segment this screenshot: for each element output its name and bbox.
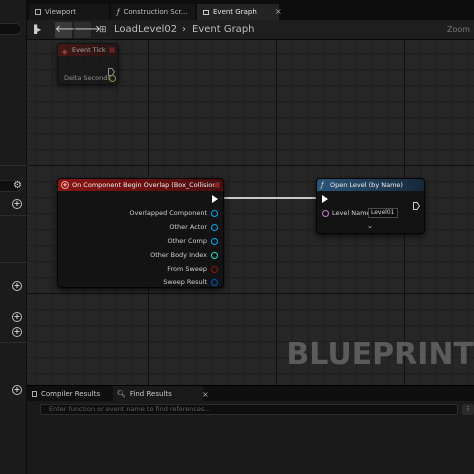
graph-toolbar: ▐▸ 🡐 🡒 ⊞ LoadLevel02 › Event Graph Zoom bbox=[27, 20, 474, 40]
tab-viewport[interactable]: Viewport bbox=[29, 4, 109, 20]
delegate-pin-icon[interactable] bbox=[109, 47, 115, 53]
document-tab-bar: Viewport ƒ Construction Scr... Event Grap… bbox=[27, 0, 474, 20]
find-results-label: Find Results bbox=[129, 390, 172, 398]
close-tab-icon[interactable]: × bbox=[202, 390, 209, 399]
find-references-input[interactable]: Enter function or event name to find ref… bbox=[40, 404, 458, 415]
tab-compiler-results[interactable]: Compiler Results bbox=[32, 386, 112, 402]
left-panel-divider-3 bbox=[0, 262, 27, 263]
add-graph-plus-icon[interactable]: + bbox=[12, 327, 22, 337]
left-panel-divider bbox=[0, 165, 27, 166]
event-icon: ◆ bbox=[62, 48, 68, 56]
function-icon: ƒ bbox=[321, 181, 324, 189]
open-level-title: Open Level (by Name) bbox=[330, 181, 403, 189]
sweep-result-label: Sweep Result bbox=[163, 278, 207, 286]
add-macro-plus-icon[interactable]: + bbox=[12, 312, 22, 322]
overlapped-component-pin[interactable] bbox=[211, 210, 218, 217]
level-name-label: Level Name bbox=[332, 209, 371, 217]
bottom-tab-bar: Compiler Results 🔍︎ Find Results × bbox=[27, 385, 474, 402]
exec-out-pin[interactable] bbox=[413, 195, 421, 210]
sweep-result-pin[interactable] bbox=[211, 279, 218, 286]
delta-seconds-label: Delta Seconds bbox=[64, 74, 111, 82]
breadcrumb-separator: › bbox=[182, 24, 186, 35]
event-tick-node[interactable]: ◆ Event Tick Delta Seconds bbox=[57, 43, 119, 85]
overlapped-component-label: Overlapped Component bbox=[129, 209, 207, 217]
back-arrow-icon[interactable]: 🡐 bbox=[55, 22, 82, 38]
left-panel-divider-4 bbox=[0, 342, 27, 343]
left-panel-divider-2 bbox=[0, 215, 27, 216]
other-comp-label: Other Comp bbox=[167, 237, 208, 245]
other-body-index-pin[interactable] bbox=[211, 252, 218, 259]
event-graph-icon bbox=[203, 9, 209, 15]
tab-find-results[interactable]: 🔍︎ Find Results bbox=[113, 386, 203, 402]
compiler-results-label: Compiler Results bbox=[41, 390, 101, 398]
binoculars-icon: 🔍︎ bbox=[117, 390, 126, 398]
delegate-pin-icon[interactable] bbox=[214, 182, 220, 188]
breadcrumb-current: Event Graph bbox=[192, 24, 255, 35]
level-name-input[interactable]: Level01 bbox=[368, 208, 398, 218]
add-function-plus-icon[interactable]: + bbox=[12, 281, 22, 291]
overlap-node-title: On Component Begin Overlap (Box_Collisio… bbox=[72, 181, 219, 189]
other-actor-label: Other Actor bbox=[169, 223, 207, 231]
tab-construction-label: Construction Scr... bbox=[123, 8, 188, 16]
left-side-panel: ⚙ + + + + + bbox=[0, 0, 27, 474]
from-sweep-pin[interactable] bbox=[211, 266, 218, 273]
settings-gear-icon[interactable]: ⚙ bbox=[13, 180, 23, 191]
level-name-pin[interactable] bbox=[322, 210, 329, 217]
add-dispatcher-plus-icon[interactable]: + bbox=[12, 385, 22, 395]
tab-viewport-label: Viewport bbox=[45, 8, 76, 16]
tab-construction-script[interactable]: ƒ Construction Scr... bbox=[111, 4, 195, 20]
open-level-header: ƒ Open Level (by Name) bbox=[317, 179, 424, 191]
breadcrumb-root[interactable]: LoadLevel02 bbox=[114, 22, 177, 38]
delta-seconds-pin[interactable] bbox=[109, 75, 116, 82]
other-body-index-label: Other Body Index bbox=[150, 251, 207, 259]
event-tick-header: ◆ Event Tick bbox=[58, 44, 118, 56]
left-panel-search-field[interactable] bbox=[0, 23, 22, 35]
other-actor-pin[interactable] bbox=[211, 224, 218, 231]
function-menu-icon[interactable]: ▐▸ bbox=[31, 24, 41, 36]
find-options-icon[interactable]: ⁝ bbox=[462, 404, 474, 415]
event-graph-canvas[interactable]: BLUEPRINT ◆ Event Tick Delta Seconds ◆ O… bbox=[27, 40, 474, 385]
event-tick-title: Event Tick bbox=[72, 46, 106, 54]
tab-event-graph-label: Event Graph bbox=[213, 8, 257, 16]
function-icon: ƒ bbox=[117, 8, 120, 16]
overlap-node-header: ◆ On Component Begin Overlap (Box_Collis… bbox=[58, 179, 223, 191]
tab-event-graph[interactable]: Event Graph bbox=[197, 4, 279, 20]
event-icon: ◆ bbox=[61, 181, 69, 189]
exec-out-pin[interactable] bbox=[212, 195, 218, 203]
compiler-results-icon bbox=[32, 391, 37, 397]
other-comp-pin[interactable] bbox=[211, 238, 218, 245]
unreal-blueprint-editor: ⚙ + + + + + Viewport ƒ Construction Scr..… bbox=[0, 0, 474, 474]
graph-icon: ⊞ bbox=[99, 25, 107, 35]
add-variable-plus-icon[interactable]: + bbox=[12, 199, 22, 209]
close-tab-icon[interactable]: × bbox=[275, 7, 282, 16]
from-sweep-label: From Sweep bbox=[167, 265, 207, 273]
exec-out-pin[interactable] bbox=[108, 61, 116, 76]
zoom-label: Zoom bbox=[447, 25, 471, 34]
viewport-icon bbox=[35, 9, 41, 15]
open-level-node[interactable]: ƒ Open Level (by Name) Level Name Level0… bbox=[316, 178, 425, 234]
on-component-begin-overlap-node[interactable]: ◆ On Component Begin Overlap (Box_Collis… bbox=[57, 178, 224, 288]
forward-arrow-icon[interactable]: 🡒 bbox=[74, 22, 101, 38]
exec-in-pin[interactable] bbox=[322, 195, 328, 203]
chevron-down-icon[interactable]: ⌄ bbox=[367, 222, 373, 230]
